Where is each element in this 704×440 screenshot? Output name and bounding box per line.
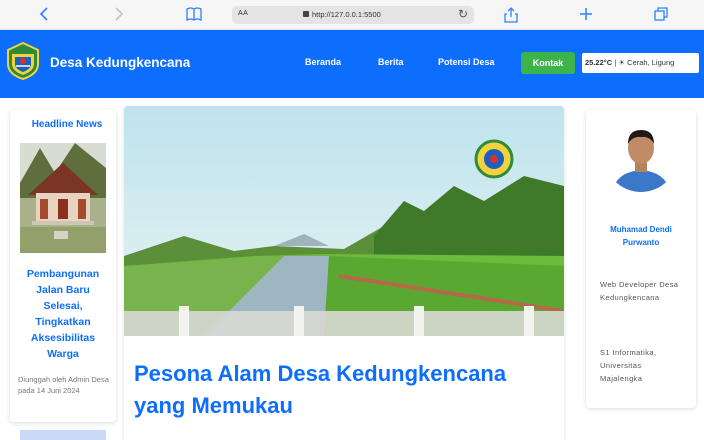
weather-location: Ligung [651,58,675,67]
nav-beranda[interactable]: Beranda [305,57,341,67]
nav-potensi-desa[interactable]: Potensi Desa [438,57,495,67]
weather-separator: | [614,58,617,67]
news-thumbnail[interactable] [20,143,106,253]
village-logo[interactable] [6,41,40,81]
headline-news-card: Headline News Pembangunan Jalan Baru Sel… [10,110,116,422]
article-hero-image [124,106,564,336]
lock-icon [303,11,309,17]
forward-icon[interactable] [109,5,129,25]
plus-icon[interactable] [576,5,596,25]
news-meta: Diunggah oleh Admin Desa pada 14 Juni 20… [18,375,109,395]
site-header: Desa Kedungkencana Beranda Berita Potens… [0,30,704,98]
address-bar[interactable]: AA http://127.0.0.1:5500 ↻ [232,6,474,24]
sun-icon: ☀ [618,58,626,67]
text-size-button[interactable]: AA [238,10,248,17]
article-title: Pesona Alam Desa Kedungkencana yang Memu… [134,361,507,418]
tabs-icon[interactable] [651,5,671,25]
share-icon[interactable] [501,5,521,25]
profile-education: S1 Informatika, Universitas Majalengka [600,348,657,383]
nav-berita[interactable]: Berita [378,57,404,67]
village-emblem-icon [474,139,514,179]
avatar [604,118,678,192]
kontak-button[interactable]: Kontak [521,52,575,74]
article-card: Pesona Alam Desa Kedungkencana yang Memu… [124,106,564,440]
headline-news-title: Headline News [31,119,103,130]
book-icon[interactable] [184,5,204,25]
weather-temperature: 25.22°C [585,58,613,67]
back-icon[interactable] [34,5,54,25]
profile-role: Web Developer Desa Kedungkencana [600,280,679,302]
reload-icon[interactable]: ↻ [458,7,468,21]
browser-toolbar: AA http://127.0.0.1:5500 ↻ [0,0,704,30]
weather-widget: 25.22°C | ☀ Cerah, Ligung [582,53,699,73]
url-text: http://127.0.0.1:5500 [312,10,381,19]
site-brand[interactable]: Desa Kedungkencana [50,55,190,70]
next-news-thumbnail[interactable] [20,430,106,440]
developer-profile-card: Muhamad Dendi Purwanto Web Developer Des… [586,110,696,408]
news-title[interactable]: Pembangunan Jalan Baru Selesai, Tingkatk… [18,266,108,362]
profile-name: Muhamad Dendi Purwanto [610,225,672,247]
weather-condition: Cerah, [627,58,650,67]
